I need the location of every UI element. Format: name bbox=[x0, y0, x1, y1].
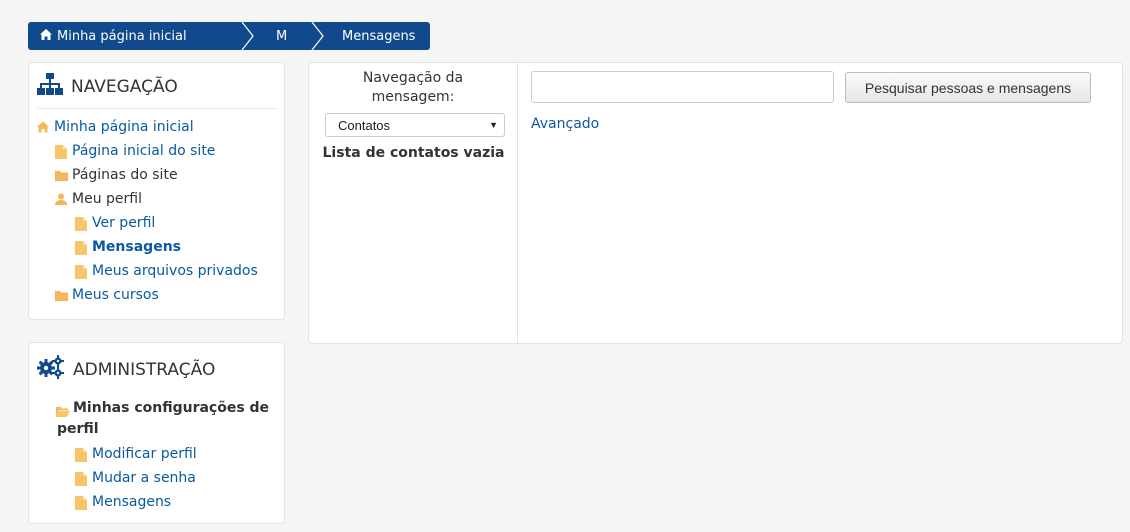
breadcrumb-home-label: Minha página inicial bbox=[57, 28, 187, 44]
page-icon bbox=[55, 145, 67, 159]
empty-contacts-text: Lista de contatos vazia bbox=[322, 145, 505, 161]
page-icon bbox=[75, 241, 87, 255]
folder-icon bbox=[55, 169, 68, 181]
nav-item-messages[interactable]: Mensagens bbox=[29, 235, 284, 259]
page-icon bbox=[75, 217, 87, 231]
navigation-title-text: NAVEGAÇÃO bbox=[71, 76, 178, 97]
nav-item-label[interactable]: Meus arquivos privados bbox=[92, 263, 258, 279]
nav-item-label[interactable]: Mensagens bbox=[92, 239, 181, 255]
breadcrumb-current-label: Mensagens bbox=[342, 28, 416, 44]
nav-item-site-home[interactable]: Página inicial do site bbox=[29, 139, 284, 163]
nav-item-my-profile[interactable]: Meu perfil bbox=[29, 187, 284, 211]
admin-section-profile-settings[interactable]: Minhas configurações de perfil bbox=[37, 398, 276, 440]
admin-item-edit-profile[interactable]: Modificar perfil bbox=[29, 442, 284, 466]
breadcrumb-course[interactable]: M bbox=[254, 22, 324, 50]
admin-section-label: Minhas configurações de perfil bbox=[57, 400, 270, 437]
nav-item-my-home[interactable]: Minha página inicial bbox=[29, 115, 284, 139]
nav-item-label[interactable]: Página inicial do site bbox=[72, 143, 215, 159]
chevron-down-icon: ▼ bbox=[489, 120, 498, 130]
nav-item-my-courses[interactable]: Meus cursos bbox=[29, 283, 284, 307]
folder-icon bbox=[55, 289, 68, 301]
message-view-select[interactable]: Contatos ▼ bbox=[325, 113, 505, 137]
breadcrumb-separator bbox=[311, 22, 324, 50]
admin-item-label[interactable]: Mensagens bbox=[92, 494, 171, 510]
breadcrumb-home[interactable]: Minha página inicial bbox=[28, 22, 254, 50]
navigation-tree: Minha página inicial Página inicial do s… bbox=[29, 115, 284, 307]
breadcrumb-course-label: M bbox=[276, 28, 288, 44]
home-icon bbox=[40, 28, 52, 44]
administration-block: ADMINISTRAÇÃO Minhas configurações de pe… bbox=[28, 342, 285, 524]
admin-item-change-password[interactable]: Mudar a senha bbox=[29, 466, 284, 490]
navigation-title: NAVEGAÇÃO bbox=[37, 73, 276, 109]
admin-item-messages[interactable]: Mensagens bbox=[29, 490, 284, 514]
nav-item-label[interactable]: Minha página inicial bbox=[54, 119, 194, 135]
nav-item-label: Meu perfil bbox=[72, 191, 142, 207]
nav-item-label[interactable]: Ver perfil bbox=[92, 215, 155, 231]
select-value: Contatos bbox=[338, 117, 391, 133]
messages-panel: Navegação da mensagem: Contatos ▼ Lista … bbox=[308, 62, 1123, 344]
page-icon bbox=[75, 265, 87, 279]
breadcrumb-separator bbox=[241, 22, 254, 50]
nav-item-private-files[interactable]: Meus arquivos privados bbox=[29, 259, 284, 283]
message-navigation-label: Navegação da mensagem: bbox=[362, 70, 464, 105]
page-icon bbox=[75, 496, 87, 510]
administration-title-text: ADMINISTRAÇÃO bbox=[73, 359, 216, 380]
nav-item-label[interactable]: Meus cursos bbox=[72, 287, 159, 303]
home-icon bbox=[37, 121, 49, 133]
admin-item-label[interactable]: Modificar perfil bbox=[92, 446, 197, 462]
breadcrumb: Minha página inicial M Mensagens bbox=[28, 22, 430, 50]
nav-item-label: Páginas do site bbox=[72, 167, 178, 183]
nav-item-site-pages[interactable]: Páginas do site bbox=[29, 163, 284, 187]
breadcrumb-current: Mensagens bbox=[324, 22, 430, 50]
administration-tree: Modificar perfil Mudar a senha Mensagens bbox=[29, 442, 284, 514]
user-icon bbox=[55, 193, 67, 205]
folder-open-icon bbox=[56, 403, 70, 417]
page-icon bbox=[75, 448, 87, 462]
sitemap-icon bbox=[37, 73, 63, 100]
page-icon bbox=[75, 472, 87, 486]
search-input[interactable] bbox=[531, 71, 834, 103]
search-people-messages-button[interactable]: Pesquisar pessoas e mensagens bbox=[845, 72, 1091, 103]
message-navigation: Navegação da mensagem: Contatos ▼ Lista … bbox=[309, 63, 518, 343]
administration-title: ADMINISTRAÇÃO bbox=[37, 355, 276, 392]
advanced-search-link[interactable]: Avançado bbox=[531, 116, 599, 132]
navigation-block: NAVEGAÇÃO Minha página inicial Página in… bbox=[28, 62, 285, 320]
cogs-icon bbox=[37, 355, 65, 384]
admin-item-label[interactable]: Mudar a senha bbox=[92, 470, 196, 486]
nav-item-view-profile[interactable]: Ver perfil bbox=[29, 211, 284, 235]
